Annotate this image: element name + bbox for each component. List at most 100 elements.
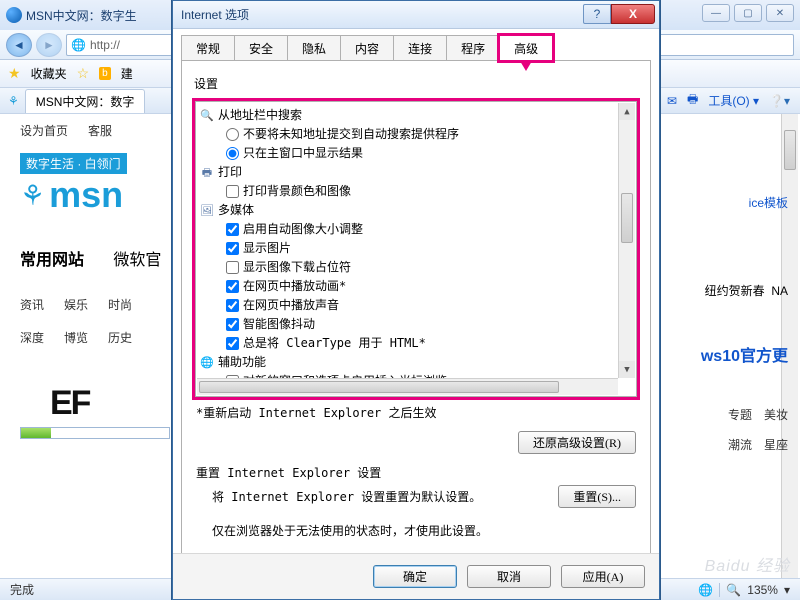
cat-link[interactable]: 专题	[728, 406, 752, 423]
office-link[interactable]: ice模板	[749, 194, 788, 211]
settings-tree-highlight: 🔍从地址栏中搜索不要将未知地址提交到自动搜索提供程序只在主窗口中显示结果 🖶 打印打…	[192, 98, 640, 400]
option-radio[interactable]	[226, 128, 239, 141]
option-checkbox[interactable]	[226, 318, 239, 331]
ws10-link[interactable]: ws10官方更	[701, 348, 788, 365]
forward-button[interactable]: ►	[36, 33, 62, 57]
scroll-down-icon[interactable]: ▼	[619, 361, 635, 378]
dialog-close-button[interactable]: X	[611, 4, 655, 24]
cat-link[interactable]: 美妆	[764, 406, 788, 423]
option-label: 打印背景颜色和图像	[243, 182, 351, 201]
apply-button[interactable]: 应用(A)	[561, 565, 645, 588]
dialog-help-button[interactable]: ?	[583, 4, 611, 24]
scroll-thumb[interactable]	[199, 381, 559, 393]
tree-option[interactable]: 不要将未知地址提交到自动搜索提供程序	[214, 125, 634, 144]
option-label: 不要将未知地址提交到自动搜索提供程序	[243, 125, 459, 144]
dialog-tab-内容[interactable]: 内容	[340, 35, 394, 61]
butterfly-icon: ⚘	[8, 94, 19, 108]
dialog-title: Internet 选项	[181, 6, 249, 23]
option-checkbox[interactable]	[226, 185, 239, 198]
print-icon[interactable]: 🖶	[687, 90, 698, 111]
ny-text: 纽约贺新春	[705, 284, 765, 298]
dialog-tabs: 常规安全隐私内容连接程序高级	[173, 29, 659, 61]
cat-link[interactable]: 时尚	[108, 296, 132, 313]
cat-link[interactable]: 博览	[64, 329, 88, 346]
option-radio[interactable]	[226, 147, 239, 160]
cancel-button[interactable]: 取消	[467, 565, 551, 588]
browser-tab[interactable]: MSN中文网：数字	[25, 89, 146, 113]
dialog-tab-连接[interactable]: 连接	[393, 35, 447, 61]
cat-link[interactable]: 娱乐	[64, 296, 88, 313]
internet-options-dialog: Internet 选项 ? X 常规安全隐私内容连接程序高级 设置 🔍从地址栏中…	[172, 0, 660, 600]
zoom-dropdown-icon[interactable]: ▾	[784, 583, 790, 597]
minimize-button[interactable]: —	[702, 4, 730, 22]
tree-category: 🖶 打印	[200, 163, 634, 182]
set-home-link[interactable]: 设为首页	[20, 122, 68, 139]
msn-logo: msn	[45, 174, 123, 216]
option-label: 智能图像抖动	[243, 315, 315, 334]
zoom-icon[interactable]: 🔍	[726, 583, 741, 597]
search-icon: 🔍	[200, 109, 214, 123]
dialog-tab-隐私[interactable]: 隐私	[287, 35, 341, 61]
dialog-tab-高级[interactable]: 高级	[499, 35, 553, 61]
option-checkbox[interactable]	[226, 280, 239, 293]
tree-category: 🌐辅助功能	[200, 353, 634, 372]
tree-category: 🔍从地址栏中搜索	[200, 106, 634, 125]
option-label: 在网页中播放声音	[243, 296, 339, 315]
tree-option[interactable]: 总是将 ClearType 用于 HTML*	[214, 334, 634, 353]
option-checkbox[interactable]	[226, 261, 239, 274]
settings-label: 设置	[194, 75, 640, 92]
kefu-link[interactable]: 客服	[88, 122, 112, 139]
category-label: 打印	[218, 163, 242, 182]
dialog-footer: 确定 取消 应用(A)	[173, 553, 659, 599]
restart-note: *重新启动 Internet Explorer 之后生效	[192, 400, 640, 429]
category-label: 辅助功能	[218, 353, 266, 372]
option-label: 只在主窗口中显示结果	[243, 144, 363, 163]
restore-defaults-button[interactable]: 还原高级设置(R)	[518, 431, 636, 454]
tree-vscrollbar[interactable]: ▲ ▼	[618, 103, 635, 378]
tree-option[interactable]: 在网页中播放动画*	[214, 277, 634, 296]
cat-link[interactable]: 深度	[20, 329, 44, 346]
tree-option[interactable]: 智能图像抖动	[214, 315, 634, 334]
help-icon[interactable]: ❔▾	[769, 94, 790, 108]
scroll-up-icon[interactable]: ▲	[619, 103, 635, 120]
status-text: 完成	[10, 581, 34, 598]
reset-button[interactable]: 重置(S)...	[558, 485, 636, 508]
dialog-tab-常规[interactable]: 常规	[181, 35, 235, 61]
print-icon: 🖶	[200, 166, 214, 180]
settings-tree[interactable]: 🔍从地址栏中搜索不要将未知地址提交到自动搜索提供程序只在主窗口中显示结果 🖶 打印打…	[195, 101, 637, 397]
back-button[interactable]: ◄	[6, 33, 32, 57]
tree-option[interactable]: 在网页中播放声音	[214, 296, 634, 315]
maximize-button[interactable]: ▢	[734, 4, 762, 22]
tree-option[interactable]: 显示图片	[214, 239, 634, 258]
ok-button[interactable]: 确定	[373, 565, 457, 588]
fav-item[interactable]: 建	[121, 65, 133, 82]
option-checkbox[interactable]	[226, 223, 239, 236]
star-icon: ☆	[77, 65, 90, 82]
option-checkbox[interactable]	[226, 299, 239, 312]
dialog-tab-安全[interactable]: 安全	[234, 35, 288, 61]
tree-hscrollbar[interactable]	[197, 378, 618, 395]
tree-option[interactable]: 打印背景颜色和图像	[214, 182, 634, 201]
cat-link[interactable]: 潮流	[728, 436, 752, 453]
msn-tagline: 数字生活 · 白领门	[20, 153, 127, 174]
dialog-tab-程序[interactable]: 程序	[446, 35, 500, 61]
option-checkbox[interactable]	[226, 242, 239, 255]
tree-category: 🖼多媒体	[200, 201, 634, 220]
tree-option[interactable]: 只在主窗口中显示结果	[214, 144, 634, 163]
option-label: 启用自动图像大小调整	[243, 220, 363, 239]
tree-option[interactable]: 启用自动图像大小调整	[214, 220, 634, 239]
cat-link[interactable]: 资讯	[20, 296, 44, 313]
zoom-value[interactable]: 135%	[747, 583, 778, 597]
mail-icon[interactable]: ✉	[667, 94, 677, 108]
tools-menu[interactable]: 工具(O) ▾	[708, 92, 759, 109]
url-text: http://	[90, 38, 120, 52]
cat-link[interactable]: 星座	[764, 436, 788, 453]
favorites-label[interactable]: 收藏夹	[31, 65, 67, 82]
close-button[interactable]: ✕	[766, 4, 794, 22]
ms-link[interactable]: 微软官	[107, 252, 161, 269]
tree-option[interactable]: 显示图像下载占位符	[214, 258, 634, 277]
scroll-thumb[interactable]	[621, 193, 633, 243]
option-checkbox[interactable]	[226, 337, 239, 350]
cat-link[interactable]: 历史	[108, 329, 132, 346]
butterfly-icon: ⚘	[0, 179, 45, 212]
